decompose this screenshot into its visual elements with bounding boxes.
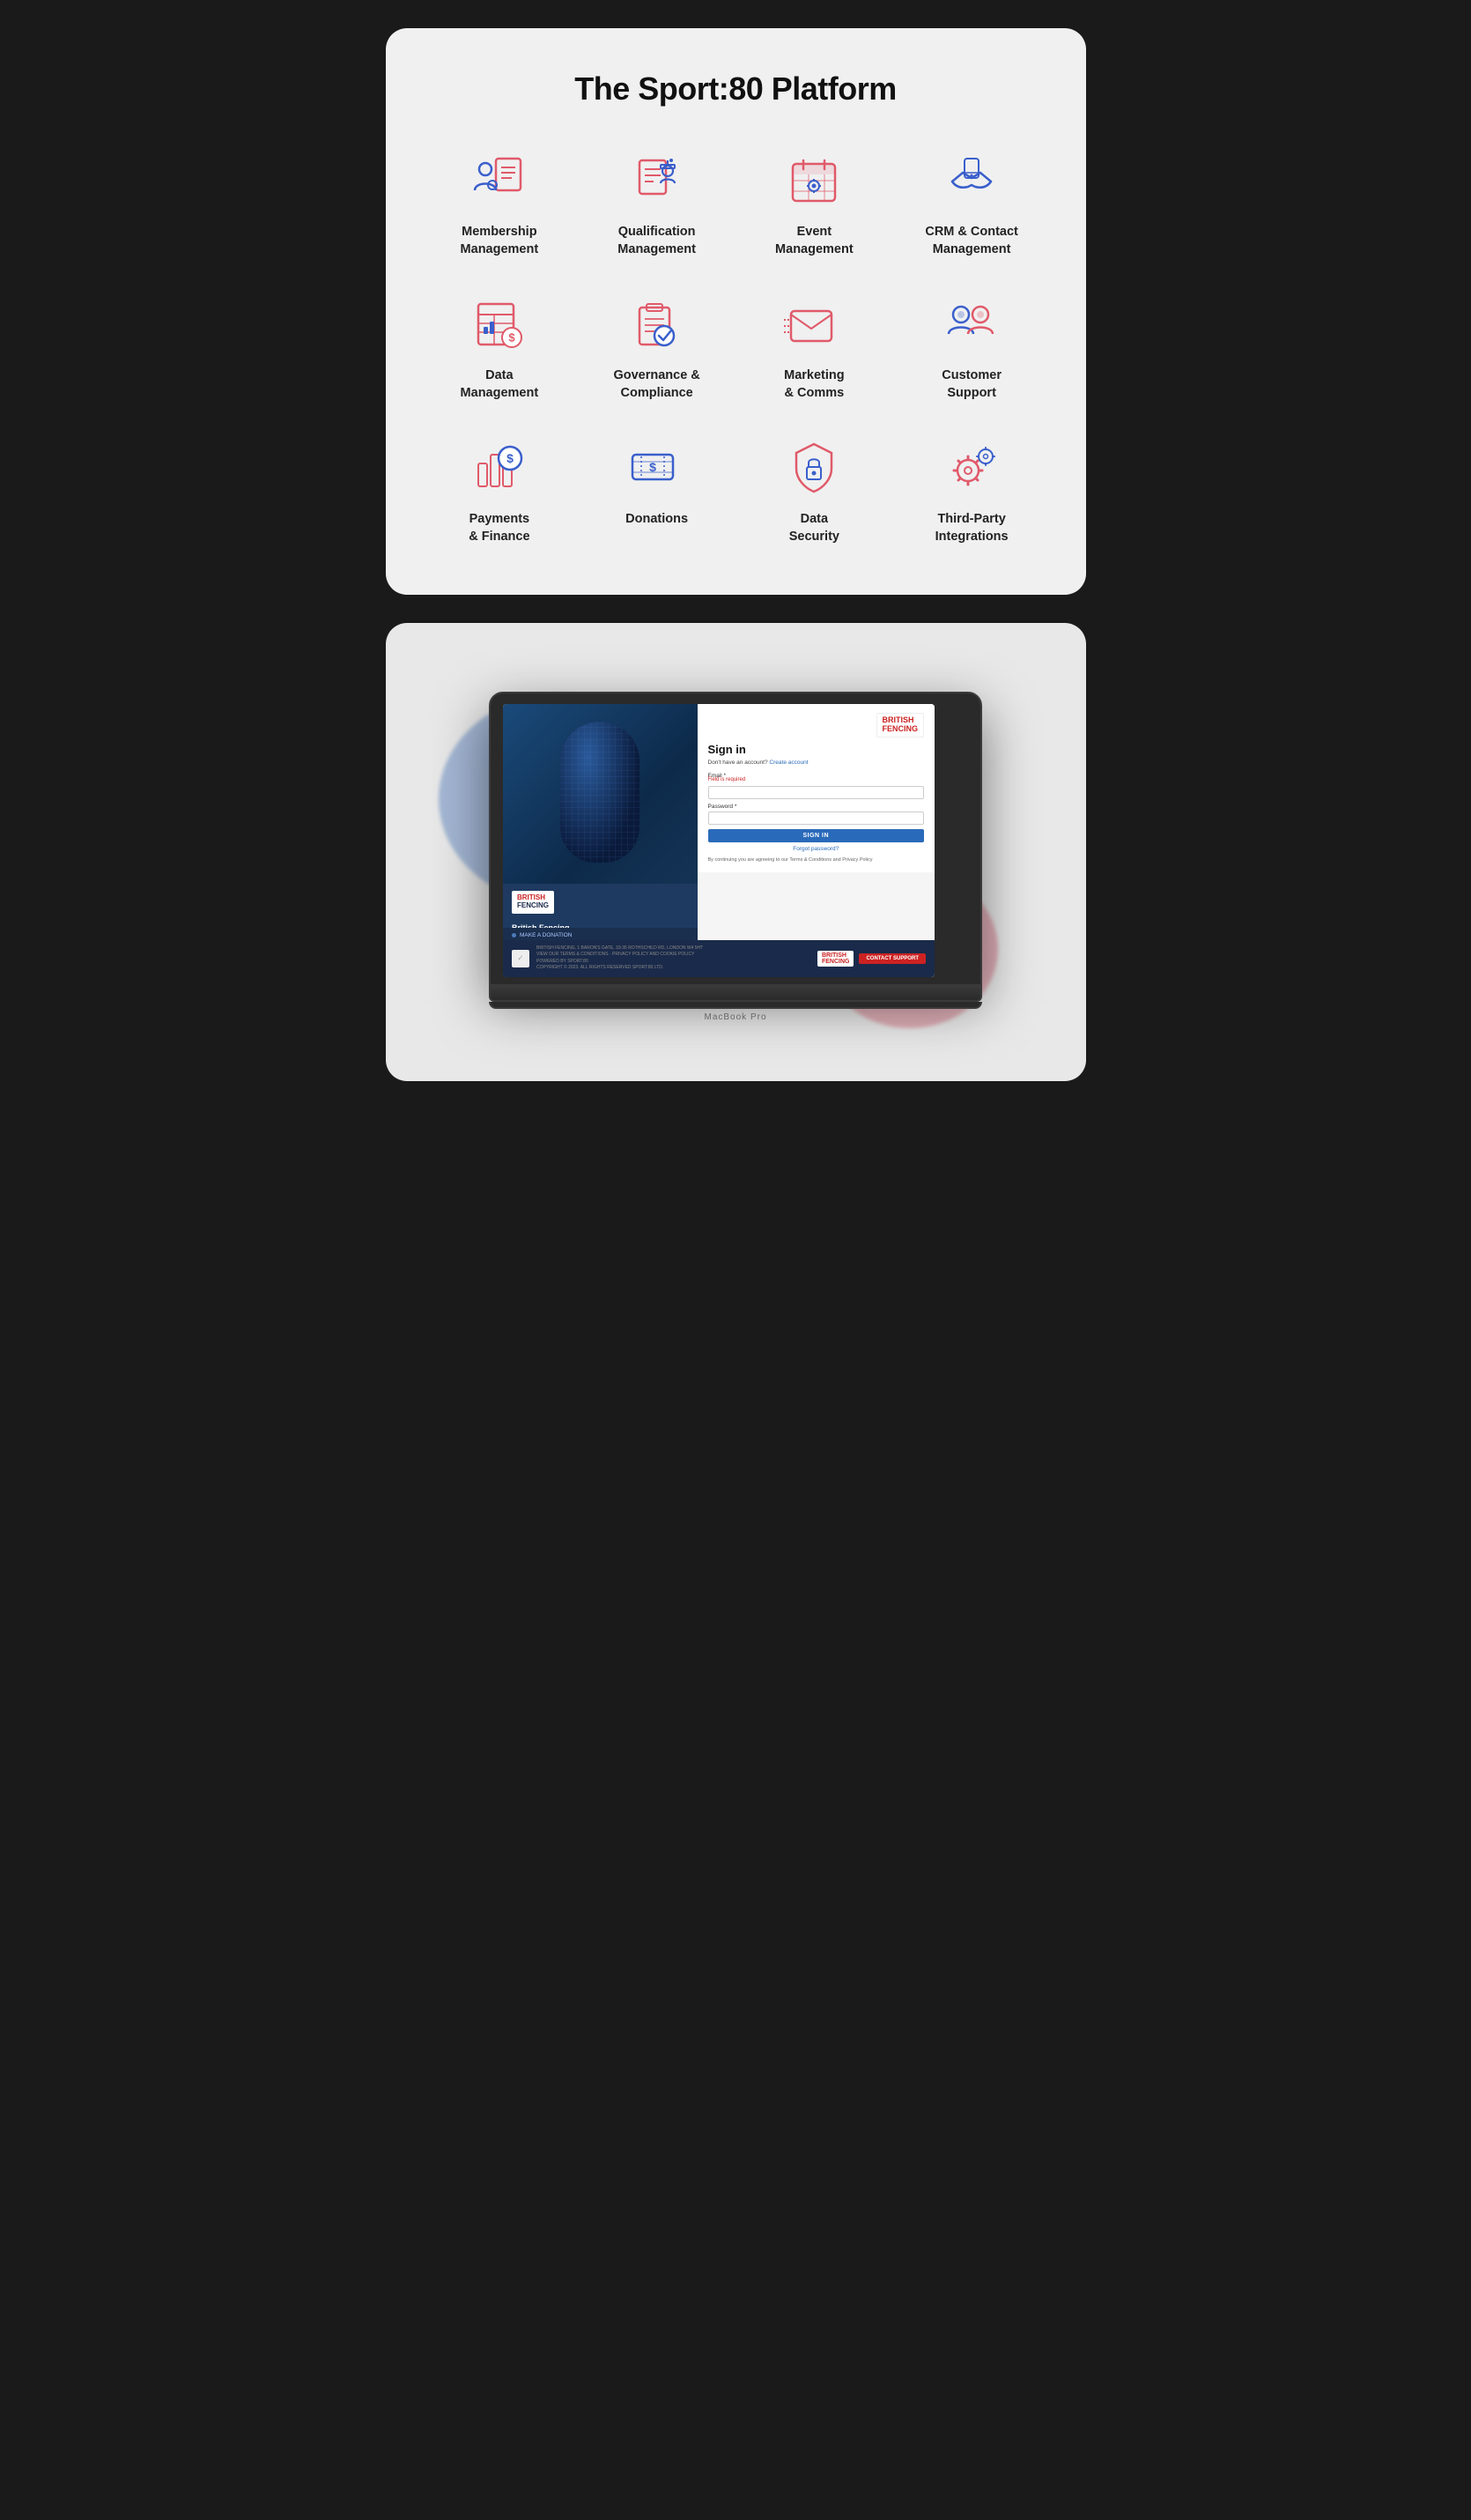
feature-data[interactable]: $ DataManagement [421, 293, 579, 402]
contact-support-button[interactable]: CONTACT SUPPORT [859, 953, 926, 964]
feature-qualification[interactable]: QualificationManagement [578, 150, 736, 258]
governance-icon [625, 293, 689, 357]
support-icon [940, 293, 1003, 357]
feature-qualification-label: QualificationManagement [617, 224, 696, 258]
email-error: Field is required [708, 777, 925, 782]
svg-text:$: $ [508, 331, 515, 345]
feature-support-label: CustomerSupport [942, 367, 1002, 402]
data-icon: $ [468, 293, 531, 357]
laptop-wrapper: BRITISHFENCING British Fencing Membershi… [489, 692, 982, 1022]
bf-logo-right: BRITISHFENCING [876, 713, 925, 737]
footer-address: BRITISH FENCING, 1 BARON'S GATE, 33-35 R… [536, 945, 703, 972]
email-input[interactable] [708, 786, 925, 799]
crm-icon [940, 150, 1003, 213]
feature-crm[interactable]: CRM & ContactManagement [893, 150, 1051, 258]
integrations-icon [940, 437, 1003, 500]
feature-donations-label: Donations [625, 511, 688, 529]
screen-footer: ✓ BRITISH FENCING, 1 BARON'S GATE, 33-35… [503, 940, 935, 977]
feature-governance[interactable]: Governance &Compliance [578, 293, 736, 402]
feature-security-label: DataSecurity [789, 511, 839, 545]
sign-in-title: Sign in [708, 743, 925, 756]
screen-left: BRITISHFENCING British Fencing Membershi… [503, 704, 698, 977]
security-icon [782, 437, 846, 500]
feature-donations[interactable]: $ Donations [578, 437, 736, 545]
top-logo-row: BRITISHFENCING [708, 713, 925, 737]
platform-title: The Sport:80 Platform [421, 70, 1051, 107]
screen-content: BRITISHFENCING British Fencing Membershi… [503, 704, 935, 977]
make-donation-link[interactable]: MAKE A DONATION [512, 932, 689, 938]
feature-integrations[interactable]: Third-PartyIntegrations [893, 437, 1051, 545]
sign-in-panel: BRITISHFENCING Sign in Don't have an acc… [698, 704, 935, 872]
terms-text: By continuing you are agreeing to our Te… [708, 857, 925, 864]
feature-governance-label: Governance &Compliance [613, 367, 699, 402]
features-grid: MembershipManagement Qual [421, 150, 1051, 545]
feature-membership[interactable]: MembershipManagement [421, 150, 579, 258]
feature-support[interactable]: CustomerSupport [893, 293, 1051, 402]
feature-integrations-label: Third-PartyIntegrations [935, 511, 1009, 545]
laptop-showcase-card: BRITISHFENCING British Fencing Membershi… [386, 623, 1086, 1081]
laptop-screen: BRITISHFENCING British Fencing Membershi… [503, 704, 935, 977]
svg-text:$: $ [506, 451, 514, 465]
bf-brand-text-left: BRITISHFENCING [517, 894, 549, 910]
platform-card: The Sport:80 Platform [386, 28, 1086, 595]
feature-membership-label: MembershipManagement [461, 224, 539, 258]
qualification-icon [625, 150, 689, 213]
password-label: Password * [708, 804, 925, 810]
svg-text:$: $ [649, 460, 656, 474]
footer-logo-text: BRITISHFENCING [822, 952, 850, 965]
feature-event-label: EventManagement [775, 224, 854, 258]
laptop-frame: BRITISHFENCING British Fencing Membershi… [489, 692, 982, 986]
laptop-bottom-edge [489, 1002, 982, 1009]
laptop-base [489, 986, 982, 1002]
password-input[interactable] [708, 812, 925, 825]
bf-brand-text-right: BRITISHFENCING [883, 716, 919, 734]
create-account-link[interactable]: Create account [769, 760, 808, 766]
laptop-model-label: MacBook Pro [489, 1012, 982, 1022]
feature-payments-label: Payments& Finance [469, 511, 529, 545]
membership-icon [468, 150, 531, 213]
donations-icon: $ [625, 437, 689, 500]
feature-crm-label: CRM & ContactManagement [925, 224, 1018, 258]
marketing-icon [782, 293, 846, 357]
feature-event[interactable]: EventManagement [736, 150, 893, 258]
forgot-password-link[interactable]: Forgot password? [708, 846, 925, 852]
screen-right: BRITISHFENCING Sign in Don't have an acc… [698, 704, 935, 977]
footer-logo: BRITISHFENCING [817, 951, 854, 967]
feature-security[interactable]: DataSecurity [736, 437, 893, 545]
feature-data-label: DataManagement [461, 367, 539, 402]
feature-payments[interactable]: $ Payments& Finance [421, 437, 579, 545]
sign-in-button[interactable]: SIGN IN [708, 829, 925, 842]
feature-marketing[interactable]: Marketing& Comms [736, 293, 893, 402]
feature-marketing-label: Marketing& Comms [784, 367, 845, 402]
payments-icon: $ [468, 437, 531, 500]
event-icon [782, 150, 846, 213]
create-account-text: Don't have an account? Create account [708, 760, 925, 766]
recaptcha-box: ✓ [512, 950, 529, 967]
bf-logo-left: BRITISHFENCING [512, 891, 554, 914]
